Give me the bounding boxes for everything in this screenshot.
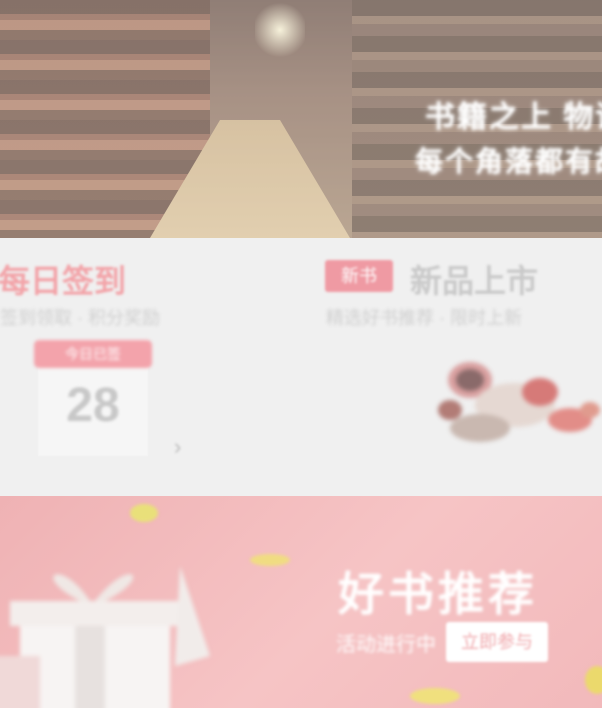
hero-headline: 书籍之上 物语 <box>425 101 602 134</box>
new-arrivals-title[interactable]: 新品上市 <box>410 256 538 302</box>
confetti-decor <box>410 688 460 704</box>
calendar-day-number: 28 <box>66 379 120 432</box>
confetti-decor <box>585 666 602 694</box>
new-tag-badge: 新书 <box>325 260 393 292</box>
checkin-calendar-card[interactable]: 今日已签 28 <box>34 340 152 456</box>
mascot-illustration[interactable] <box>420 350 600 460</box>
checkin-subtitle: 签到领取 · 积分奖励 <box>0 308 160 328</box>
new-arrivals-subtitle: 精选好书推荐 · 限时上新 <box>326 308 522 328</box>
hero-subheadline: 每个角落都有故事 <box>415 146 602 177</box>
feature-panels: 每日签到 签到领取 · 积分奖励 今日已签 28 › 新书 新品上市 精选好书推… <box>0 238 602 496</box>
calendar-header: 今日已签 <box>34 340 152 368</box>
confetti-decor <box>130 504 158 522</box>
gift-box-illustration <box>0 566 210 708</box>
chevron-right-icon[interactable]: › <box>174 434 181 460</box>
hero-banner[interactable]: 书籍之上 物语 每个角落都有故事 <box>0 0 602 238</box>
promo-banner[interactable]: 好书推荐 活动进行中 立即参与 <box>0 496 602 708</box>
join-now-button[interactable]: 立即参与 <box>446 622 548 662</box>
banner-title: 好书推荐 <box>338 568 538 620</box>
checkin-title[interactable]: 每日签到 <box>0 256 126 302</box>
banner-subtitle: 活动进行中 <box>336 634 436 656</box>
